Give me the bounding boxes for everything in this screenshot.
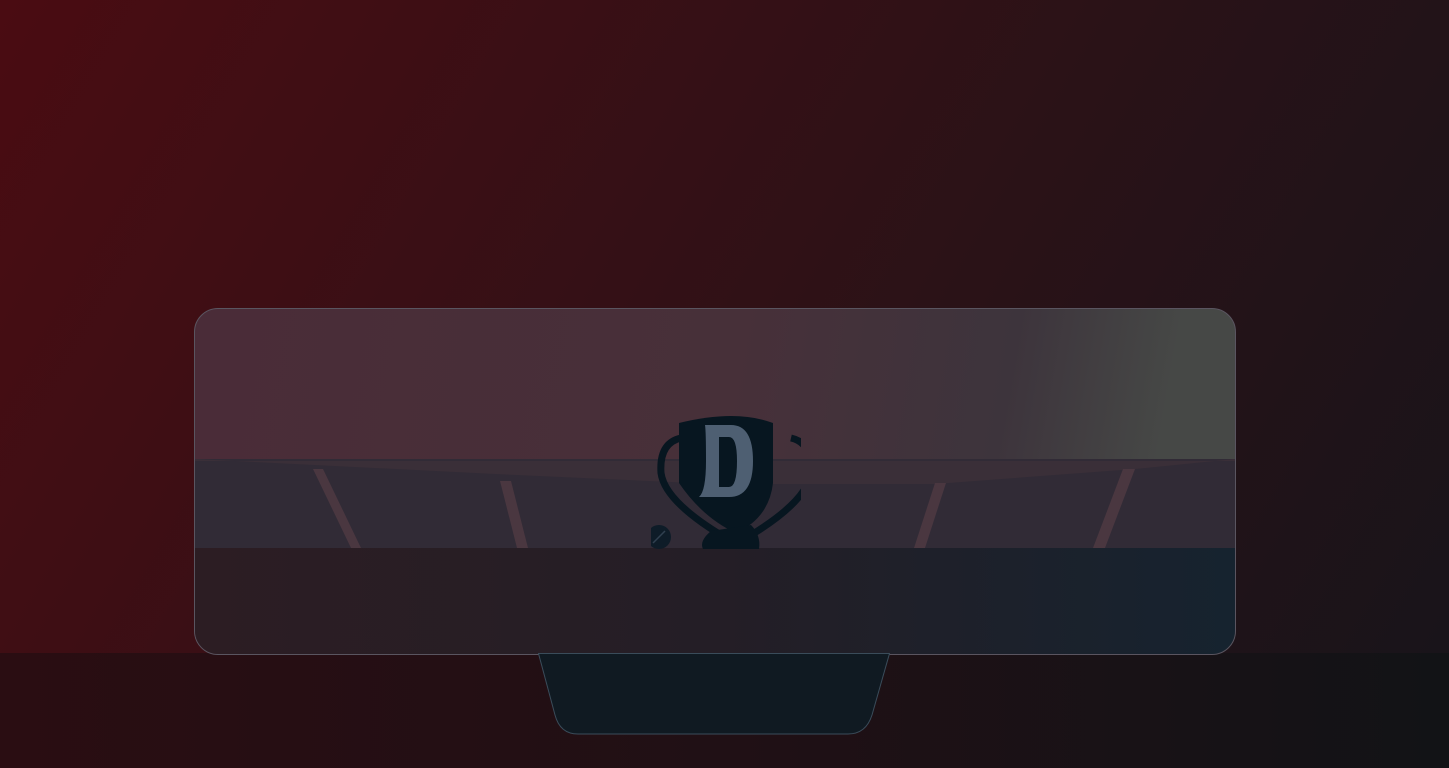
logo-letter: D — [651, 413, 652, 414]
bottom-panel — [538, 653, 890, 735]
splash-card: D — [194, 308, 1236, 655]
trophy-logo-icon: D — [651, 413, 801, 549]
lower-band — [195, 548, 1235, 654]
